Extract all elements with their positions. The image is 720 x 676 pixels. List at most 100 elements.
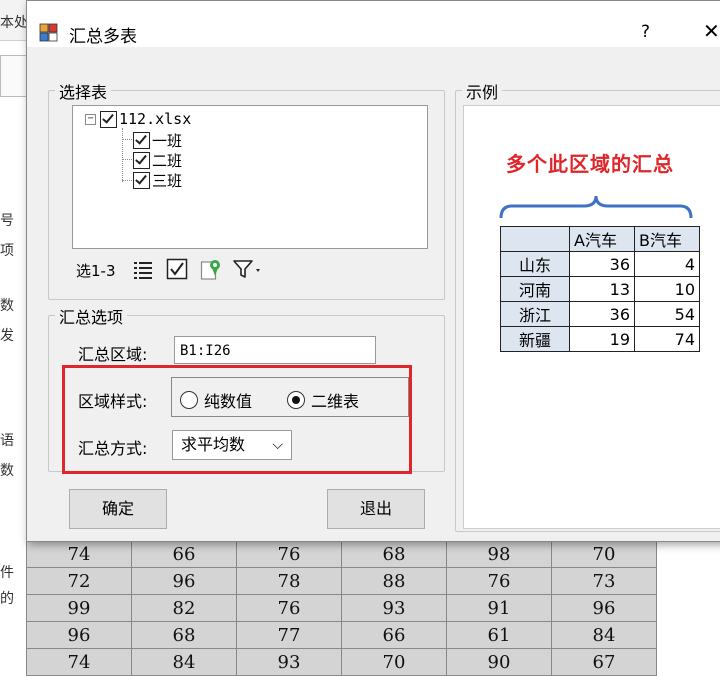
grid-cell[interactable]: 96 — [131, 567, 237, 595]
dialog-title: 汇总多表 — [69, 27, 137, 47]
table-cell: 36 — [569, 251, 635, 277]
strip-glyph: 语 — [0, 433, 14, 449]
table-tree[interactable]: − 112.xlsx 一班 二班 三班 — [72, 105, 428, 249]
highlight-box — [62, 365, 412, 474]
grid-cell[interactable]: 84 — [131, 648, 237, 676]
table-cell: 4 — [634, 251, 700, 277]
grid-cell[interactable]: 70 — [551, 540, 657, 568]
range-input[interactable]: B1:I26 — [174, 336, 376, 364]
checkbox-checked-icon[interactable] — [133, 172, 150, 189]
select-tables-legend: 选择表 — [55, 79, 112, 103]
tree-item-label: 一班 — [152, 132, 183, 150]
row-header: 山东 — [500, 251, 570, 277]
checkbox-checked-icon[interactable] — [100, 110, 117, 128]
grid-cell[interactable]: 74 — [26, 540, 132, 568]
row-header: 新疆 — [500, 326, 570, 352]
grid-cell[interactable]: 66 — [131, 540, 237, 568]
grid-cell[interactable]: 70 — [341, 648, 447, 676]
tree-line — [122, 139, 132, 140]
example-legend: 示例 — [462, 79, 503, 103]
options-legend: 汇总选项 — [55, 304, 128, 328]
table-row: 浙江 36 54 — [500, 301, 700, 327]
table-row: 新疆 19 74 — [500, 326, 700, 352]
grid-cell[interactable]: 93 — [341, 594, 447, 622]
tree-line — [122, 180, 132, 181]
ok-button[interactable]: 确定 — [69, 489, 167, 529]
grid-cell[interactable]: 77 — [236, 621, 342, 649]
grid-cell[interactable]: 66 — [341, 621, 447, 649]
grid-cell[interactable]: 73 — [551, 567, 657, 595]
close-button[interactable]: ✕ — [703, 19, 720, 43]
exit-button[interactable]: 退出 — [327, 489, 425, 529]
example-caption: 多个此区域的汇总 — [506, 152, 674, 176]
check-all-icon[interactable] — [166, 258, 188, 280]
grid-cell[interactable]: 76 — [236, 540, 342, 568]
grid-cell[interactable]: 93 — [236, 648, 342, 676]
grid-cell[interactable]: 90 — [446, 648, 552, 676]
help-button[interactable]: ? — [641, 22, 650, 42]
table-corner — [500, 226, 570, 252]
filter-dropdown-icon[interactable] — [232, 258, 264, 280]
tree-line — [122, 128, 123, 182]
brace-icon — [499, 195, 693, 219]
grid-cell[interactable]: 67 — [551, 648, 657, 676]
table-row: 96 68 77 66 61 84 — [26, 621, 657, 649]
list-icon[interactable] — [132, 258, 154, 280]
table-cell: 19 — [569, 326, 635, 352]
locate-icon[interactable] — [200, 258, 222, 280]
strip-glyph: 发 — [0, 328, 14, 344]
grid-cell[interactable]: 99 — [26, 594, 132, 622]
table-cell: 13 — [569, 276, 635, 302]
strip-glyph: 项 — [0, 243, 14, 259]
grid-cell[interactable]: 91 — [446, 594, 552, 622]
row-header-strip: 号 项 数 发 语 数 件 的 — [0, 100, 27, 672]
column-header: A汽车 — [569, 226, 635, 252]
tree-item[interactable]: 二班 — [133, 150, 182, 171]
grid-cell[interactable]: 82 — [131, 594, 237, 622]
grid-cell[interactable]: 78 — [236, 567, 342, 595]
tree-item[interactable]: 三班 — [133, 170, 182, 191]
strip-glyph: 号 — [0, 213, 14, 229]
column-header: B汽车 — [634, 226, 700, 252]
row-header: 河南 — [500, 276, 570, 302]
tree-item-label: 二班 — [152, 152, 183, 170]
app-icon — [39, 23, 58, 42]
tree-item-label: 三班 — [152, 172, 183, 190]
table-cell: 54 — [634, 301, 700, 327]
strip-glyph: 数 — [0, 463, 14, 479]
grid-cell[interactable]: 74 — [26, 648, 132, 676]
table-cell: 36 — [569, 301, 635, 327]
collapse-icon[interactable]: − — [85, 113, 96, 125]
strip-glyph: 数 — [0, 298, 14, 314]
grid-cell[interactable]: 88 — [341, 567, 447, 595]
table-row: 河南 13 10 — [500, 276, 700, 302]
grid-cell[interactable]: 96 — [26, 621, 132, 649]
grid-cell[interactable]: 72 — [26, 567, 132, 595]
range-label: 汇总区域: — [78, 345, 148, 364]
grid-cell[interactable]: 76 — [446, 567, 552, 595]
selection-range-label: 选1-3 — [76, 262, 116, 280]
strip-glyph: 件 — [0, 565, 14, 581]
spreadsheet-grid: 74 66 76 68 98 70 72 96 78 88 76 73 99 8… — [26, 540, 657, 676]
checkbox-checked-icon[interactable] — [133, 132, 150, 149]
example-table: A汽车 B汽车 山东 36 4 河南 13 10 浙江 36 54 新疆 19 … — [500, 226, 700, 352]
grid-cell[interactable]: 68 — [131, 621, 237, 649]
table-cell: 10 — [634, 276, 700, 302]
strip-glyph: 的 — [0, 591, 14, 607]
grid-cell[interactable]: 61 — [446, 621, 552, 649]
table-row: 72 96 78 88 76 73 — [26, 567, 657, 595]
table-row: 74 84 93 70 90 67 — [26, 648, 657, 676]
table-row: 74 66 76 68 98 70 — [26, 540, 657, 568]
grid-cell[interactable]: 96 — [551, 594, 657, 622]
title-bar: 汇总多表 ? ✕ — [27, 1, 720, 47]
tree-root-label: 112.xlsx — [119, 110, 192, 128]
tree-item[interactable]: 一班 — [133, 130, 182, 151]
grid-cell[interactable]: 68 — [341, 540, 447, 568]
checkbox-checked-icon[interactable] — [133, 152, 150, 169]
tree-root[interactable]: − 112.xlsx — [85, 110, 191, 128]
grid-cell[interactable]: 76 — [236, 594, 342, 622]
grid-cell[interactable]: 98 — [446, 540, 552, 568]
grid-cell[interactable]: 84 — [551, 621, 657, 649]
table-cell: 74 — [634, 326, 700, 352]
excel-toolbar-fragment — [0, 55, 28, 97]
